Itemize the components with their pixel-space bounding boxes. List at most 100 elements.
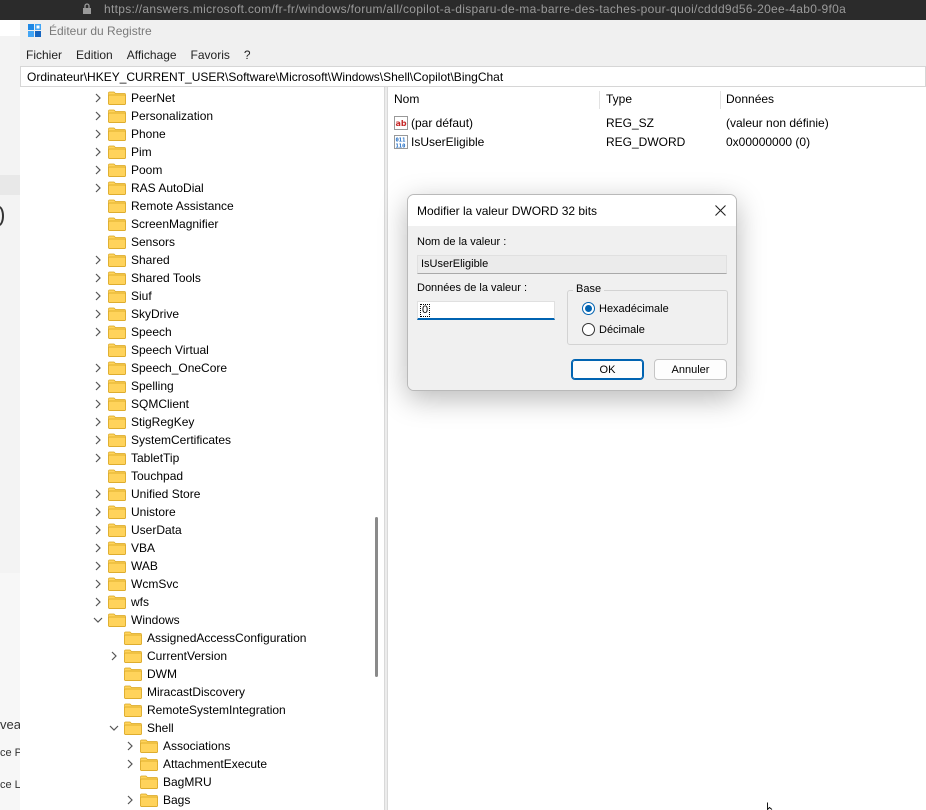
tree-item[interactable]: Speech_OneCore	[92, 359, 227, 377]
tree-item[interactable]: Unified Store	[92, 485, 200, 503]
chevron-right-icon[interactable]	[92, 290, 104, 302]
tree-item[interactable]: Speech Virtual	[92, 341, 209, 359]
tree-item[interactable]: wfs	[92, 593, 149, 611]
tree-item[interactable]: RAS AutoDial	[92, 179, 204, 197]
tree-item[interactable]: UserData	[92, 521, 182, 539]
tree-item[interactable]: WcmSvc	[92, 575, 178, 593]
menu-fichier[interactable]: Fichier	[26, 48, 62, 62]
tree-item[interactable]: Remote Assistance	[92, 197, 234, 215]
radio-hexadecimal[interactable]: Hexadécimale	[582, 302, 669, 315]
tree-item[interactable]: TabletTip	[92, 449, 179, 467]
chevron-right-icon[interactable]	[92, 146, 104, 158]
tree-item[interactable]: Unistore	[92, 503, 176, 521]
tree-item[interactable]: RemoteSystemIntegration	[108, 701, 286, 719]
address-bar[interactable]: Ordinateur\HKEY_CURRENT_USER\Software\Mi…	[20, 66, 926, 87]
chevron-right-icon[interactable]	[92, 272, 104, 284]
tree-item[interactable]: Speech	[92, 323, 172, 341]
window-titlebar[interactable]: Éditeur du Registre	[20, 20, 926, 44]
chevron-right-icon[interactable]	[92, 434, 104, 446]
chevron-right-icon[interactable]	[92, 542, 104, 554]
tree-item[interactable]: MiracastDiscovery	[108, 683, 245, 701]
radio-button-checked[interactable]	[582, 302, 595, 315]
tree-item[interactable]: CurrentVersion	[108, 647, 227, 665]
tree-item[interactable]: AttachmentExecute	[124, 755, 267, 773]
tree-item[interactable]: Personalization	[92, 107, 213, 125]
chevron-right-icon[interactable]	[92, 308, 104, 320]
tree-item[interactable]: BagMRU	[124, 773, 212, 791]
tree-item[interactable]: Pim	[92, 143, 152, 161]
scrollbar-thumb[interactable]	[375, 517, 378, 677]
folder-icon	[108, 361, 126, 375]
chevron-right-icon[interactable]	[92, 380, 104, 392]
tree-item[interactable]: Shell	[108, 719, 174, 737]
tree-item[interactable]: VBA	[92, 539, 155, 557]
chevron-right-icon[interactable]	[92, 164, 104, 176]
tree-item[interactable]: Siuf	[92, 287, 152, 305]
tree-item-label: Bags	[163, 793, 191, 807]
tree-item[interactable]: StigRegKey	[92, 413, 194, 431]
chevron-down-icon[interactable]	[92, 614, 104, 626]
chevron-right-icon[interactable]	[92, 560, 104, 572]
radio-button[interactable]	[582, 323, 595, 336]
tree-item[interactable]: PeerNet	[92, 89, 175, 107]
value-row[interactable]: 011 110 IsUserEligible REG_DWORD 0x00000…	[394, 132, 914, 151]
chevron-right-icon[interactable]	[92, 596, 104, 608]
folder-icon	[108, 595, 126, 609]
radio-decimal[interactable]: Décimale	[582, 323, 645, 336]
tree-item[interactable]: SystemCertificates	[92, 431, 231, 449]
tree-item[interactable]: Shared Tools	[92, 269, 201, 287]
column-header-type[interactable]: Type	[600, 87, 720, 111]
tree-item[interactable]: WAB	[92, 557, 158, 575]
chevron-right-icon[interactable]	[108, 650, 120, 662]
tree-item[interactable]: Poom	[92, 161, 162, 179]
chevron-right-icon[interactable]	[92, 110, 104, 122]
tree-item[interactable]: Touchpad	[92, 467, 183, 485]
chevron-right-icon[interactable]	[124, 794, 136, 806]
chevron-right-icon[interactable]	[92, 326, 104, 338]
dialog-title: Modifier la valeur DWORD 32 bits	[417, 204, 598, 218]
chevron-right-icon[interactable]	[124, 740, 136, 752]
column-header-data[interactable]: Données	[720, 87, 920, 111]
chevron-right-icon[interactable]	[124, 758, 136, 770]
tree-item[interactable]: Shared	[92, 251, 170, 269]
chevron-right-icon[interactable]	[92, 524, 104, 536]
tree-item[interactable]: AssignedAccessConfiguration	[108, 629, 306, 647]
chevron-right-icon[interactable]	[92, 488, 104, 500]
tree-item[interactable]: ScreenMagnifier	[92, 215, 218, 233]
dialog-titlebar[interactable]: Modifier la valeur DWORD 32 bits	[408, 195, 736, 226]
tree-item[interactable]: DWM	[108, 665, 177, 683]
tree-item[interactable]: SQMClient	[92, 395, 189, 413]
chevron-right-icon[interactable]	[92, 254, 104, 266]
chevron-down-icon[interactable]	[108, 722, 120, 734]
chevron-right-icon[interactable]	[92, 398, 104, 410]
background-browser-bar: https://answers.microsoft.com/fr-fr/wind…	[0, 0, 926, 20]
menu-help[interactable]: ?	[244, 48, 251, 62]
chevron-right-icon[interactable]	[92, 416, 104, 428]
column-header-name[interactable]: Nom	[388, 87, 599, 111]
ok-button[interactable]: OK	[571, 359, 644, 380]
tree-item[interactable]: Phone	[92, 125, 166, 143]
tree-scrollbar[interactable]	[370, 87, 384, 810]
chevron-right-icon[interactable]	[92, 92, 104, 104]
tree-item[interactable]: Bags	[124, 791, 190, 809]
menu-favoris[interactable]: Favoris	[191, 48, 230, 62]
tree-item[interactable]: Associations	[124, 737, 230, 755]
tree-item[interactable]: Sensors	[92, 233, 175, 251]
tree-item[interactable]: SkyDrive	[92, 305, 179, 323]
menu-affichage[interactable]: Affichage	[127, 48, 177, 62]
tree-item[interactable]: Windows	[92, 611, 180, 629]
value-row[interactable]: ab (par défaut) REG_SZ (valeur non défin…	[394, 113, 914, 132]
menu-edition[interactable]: Edition	[76, 48, 113, 62]
value-data-input[interactable]: 0	[417, 301, 555, 320]
tree-item[interactable]: Spelling	[92, 377, 174, 395]
chevron-right-icon[interactable]	[92, 128, 104, 140]
chevron-right-icon[interactable]	[92, 578, 104, 590]
dialog-close-button[interactable]	[704, 195, 736, 226]
chevron-right-icon[interactable]	[92, 452, 104, 464]
chevron-right-icon[interactable]	[92, 182, 104, 194]
chevron-right-icon[interactable]	[92, 362, 104, 374]
chevron-right-icon[interactable]	[92, 506, 104, 518]
cancel-button[interactable]: Annuler	[654, 359, 727, 380]
